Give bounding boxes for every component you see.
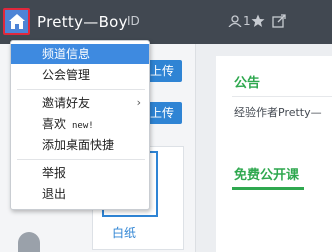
menu-divider (17, 89, 145, 90)
menu-item-report[interactable]: 举报 (11, 163, 149, 183)
share-icon[interactable] (272, 14, 286, 28)
top-bar: Pretty—Boy ID 1 (0, 0, 332, 44)
chevron-right-icon: › (136, 96, 141, 109)
notice-panel: 公告 经验作者Pretty— 免费公开课 (216, 56, 332, 252)
menu-item-like[interactable]: 喜欢 new! (11, 114, 149, 134)
new-badge: new! (72, 121, 94, 131)
card-label[interactable]: 白纸 (112, 224, 136, 241)
menu-divider (17, 159, 145, 160)
menu-item-label: 公会管理 (42, 68, 91, 82)
username: Pretty—Boy (37, 13, 128, 31)
menu-item-label: 举报 (42, 166, 67, 180)
menu-item-label: 频道信息 (42, 47, 91, 61)
user-icon[interactable] (228, 15, 242, 27)
divider (232, 96, 332, 97)
id-label: ID (127, 14, 140, 28)
follower-count: 1 (243, 14, 251, 28)
menu-item-label: 喜欢 (42, 117, 67, 131)
home-button[interactable] (3, 8, 30, 35)
user-dropdown-menu: 频道信息 公会管理 邀请好友 › 喜欢 new! 添加桌面快捷 举报 退出 (10, 40, 150, 210)
menu-item-invite-friends[interactable]: 邀请好友 › (11, 93, 149, 113)
notice-title: 公告 (234, 76, 261, 91)
course-tab[interactable]: 免费公开课 (234, 164, 299, 183)
menu-item-label: 添加桌面快捷 (42, 138, 115, 152)
menu-item-logout[interactable]: 退出 (11, 184, 149, 204)
menu-item-label: 邀请好友 (42, 96, 91, 110)
star-icon[interactable] (251, 14, 265, 28)
menu-item-channel-info[interactable]: 频道信息 (11, 44, 149, 64)
course-tab-underline (232, 187, 304, 190)
menu-item-guild-manage[interactable]: 公会管理 (11, 65, 149, 85)
home-icon (8, 13, 26, 30)
avatar (18, 232, 40, 252)
menu-item-label: 退出 (42, 187, 67, 201)
notice-body: 经验作者Pretty— (234, 106, 322, 119)
menu-item-add-desktop-shortcut[interactable]: 添加桌面快捷 (11, 135, 149, 155)
